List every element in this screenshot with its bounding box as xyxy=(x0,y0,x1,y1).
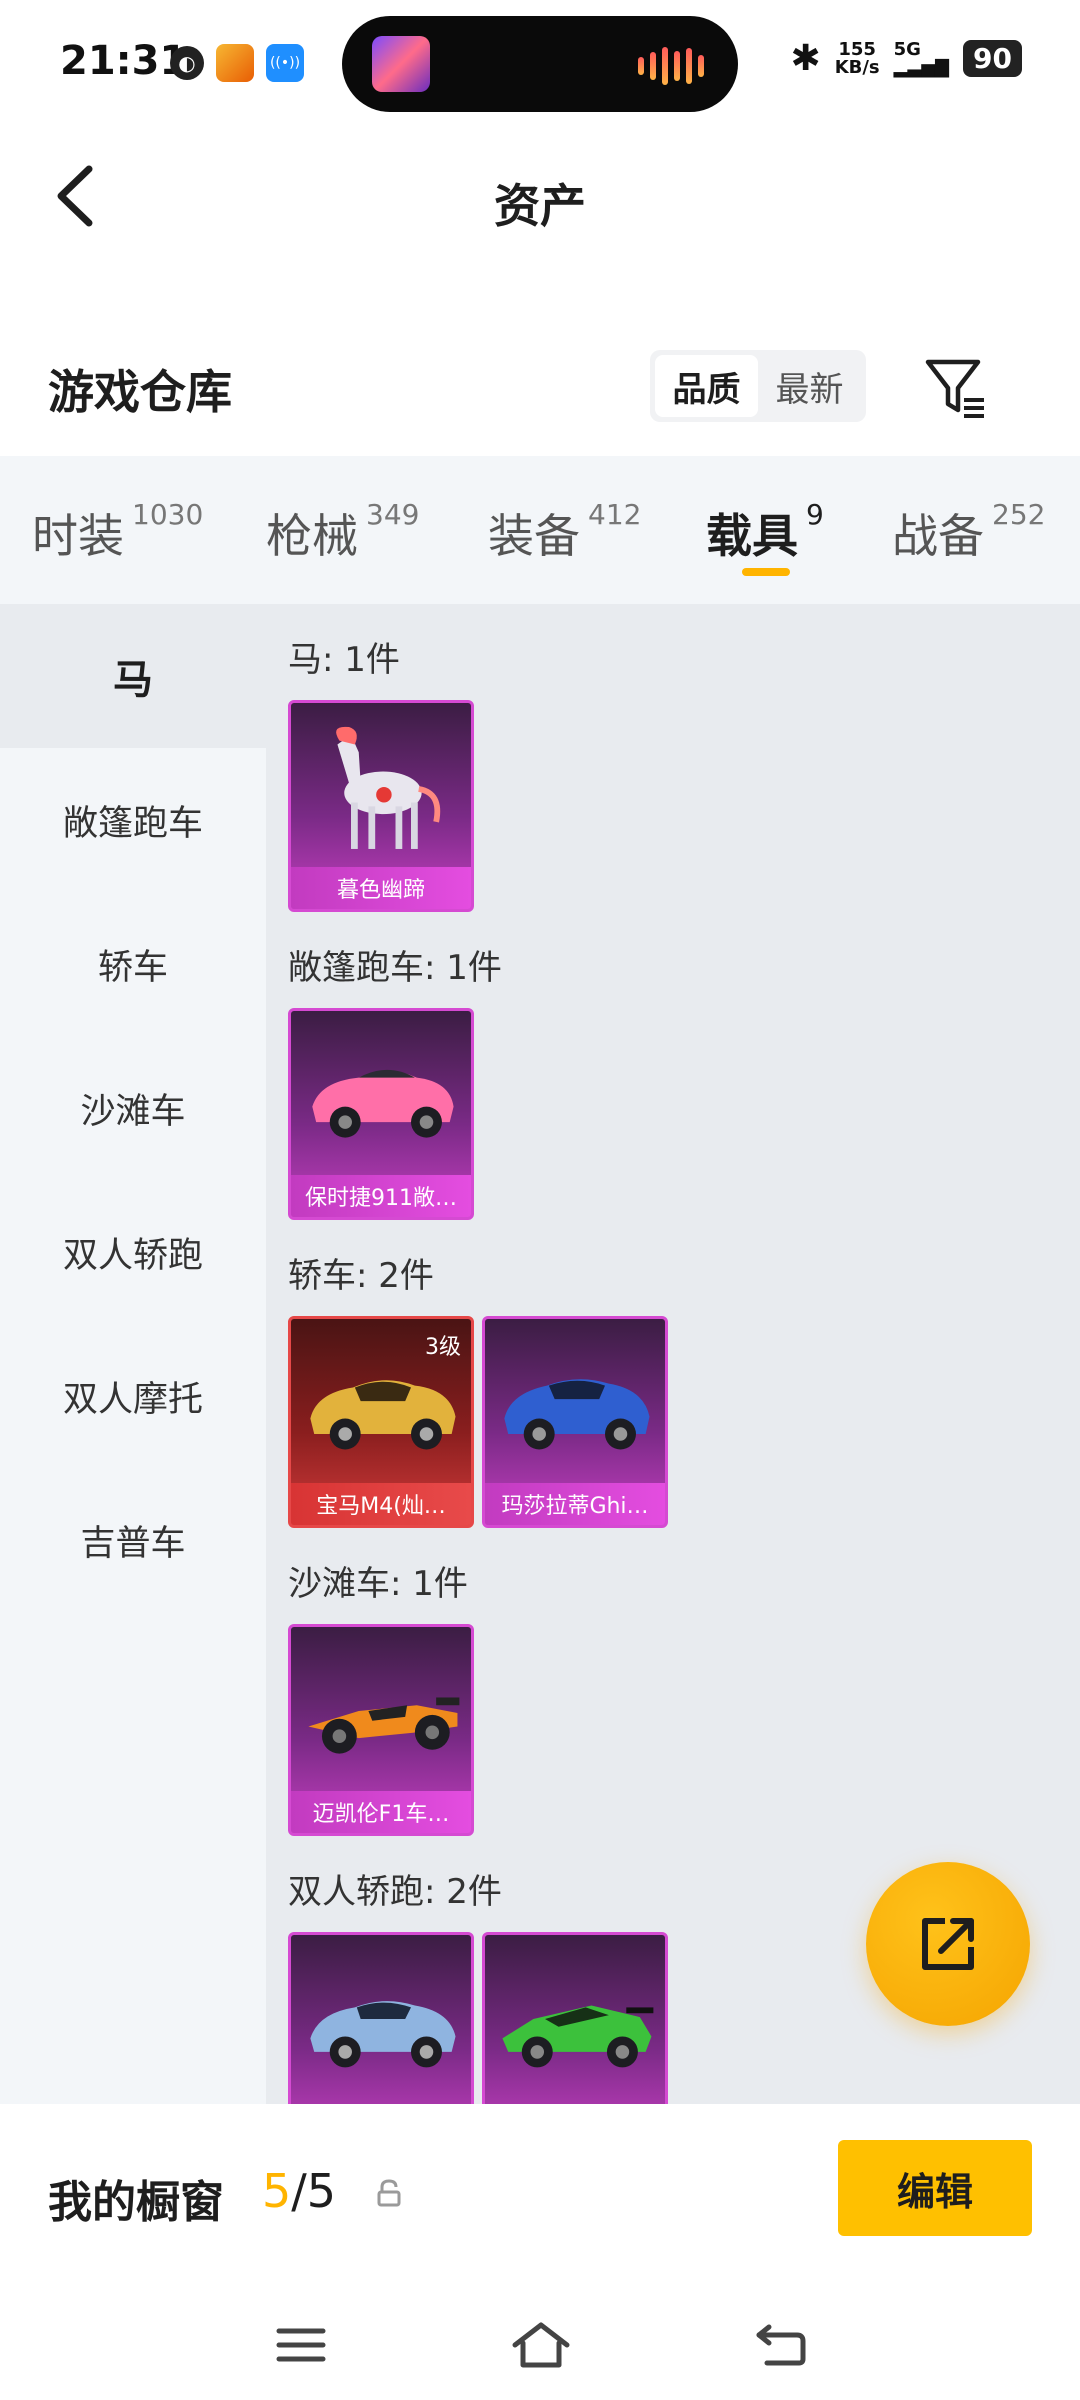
filter-button[interactable] xyxy=(920,352,990,422)
tab-count: 1030 xyxy=(132,498,204,531)
tab-label: 装备 xyxy=(488,509,580,563)
filter-icon xyxy=(925,359,984,418)
category-tabs: 时装 1030 枪械 349 装备 412 载具 9 战备 252 xyxy=(0,456,1080,604)
notification-icon: ◐ xyxy=(170,46,204,80)
item-card[interactable]: 迈凯伦F1车… xyxy=(288,1624,474,1836)
bluetooth-icon: ✱ xyxy=(790,38,821,79)
group-heading-sedan: 轿车: 2件 xyxy=(288,1256,434,1296)
tab-label: 载具 xyxy=(706,509,798,563)
active-tab-indicator xyxy=(742,568,790,576)
network-speed-unit: KB/s xyxy=(834,56,880,78)
home-icon xyxy=(512,2322,570,2368)
edit-button[interactable]: 编辑 xyxy=(838,2140,1032,2236)
horse-image xyxy=(336,726,441,849)
tab-vehicles[interactable]: 载具 9 xyxy=(706,498,824,566)
tab-count: 412 xyxy=(588,498,642,531)
sort-toggle: 品质 最新 xyxy=(650,350,866,422)
vehicle-type-sidebar: 马 敞篷跑车 轿车 沙滩车 双人轿跑 双人摩托 吉普车 xyxy=(0,604,266,2104)
sidebar-item-horse[interactable]: 马 xyxy=(0,604,266,748)
network-speed-value: 155 xyxy=(838,38,876,60)
sort-quality-option[interactable]: 品质 xyxy=(655,355,758,417)
item-card[interactable]: 保时捷911敞… xyxy=(288,1008,474,1220)
showcase-used-count: 5 xyxy=(262,2164,292,2218)
item-card[interactable]: 玛莎拉蒂Ghi… xyxy=(482,1316,668,1528)
sort-latest-option[interactable]: 最新 xyxy=(758,355,861,417)
dynamic-island[interactable] xyxy=(342,16,738,112)
mclaren-f1-image xyxy=(308,1697,460,1754)
item-card[interactable] xyxy=(482,1932,668,2104)
showcase-count: 5/5 xyxy=(262,2164,336,2218)
showcase-total-count: /5 xyxy=(291,2164,337,2218)
item-name: 玛莎拉蒂Ghi… xyxy=(485,1483,665,1525)
hotspot-icon: ((•)) xyxy=(266,44,304,82)
item-card[interactable]: 3级 宝马M4(灿… xyxy=(288,1316,474,1528)
status-system-icons: ✱ 155 KB/s 5G ▂▃▅▇ 90 xyxy=(791,38,1022,79)
media-artwork-icon xyxy=(372,36,430,92)
nav-back-button[interactable] xyxy=(746,2310,816,2380)
tab-count: 9 xyxy=(806,498,824,531)
tab-label: 时装 xyxy=(32,509,124,563)
tab-count: 349 xyxy=(366,498,420,531)
sidebar-item-jeep[interactable]: 吉普车 xyxy=(0,1468,266,1612)
tab-fashion[interactable]: 时装 1030 xyxy=(32,498,204,566)
group-heading-coupe: 双人轿跑: 2件 xyxy=(288,1872,502,1912)
battery-icon: 90 xyxy=(963,40,1022,77)
group-heading-convertible: 敞篷跑车: 1件 xyxy=(288,948,502,988)
nav-menu-button[interactable] xyxy=(266,2310,336,2380)
item-name: 迈凯伦F1车… xyxy=(291,1791,471,1833)
status-bar: 21:31 ◐ ((•)) ✱ 155 KB/s 5G ▂▃▅▇ 90 xyxy=(0,0,1080,130)
item-card[interactable] xyxy=(288,1932,474,2104)
sidebar-item-motorcycle[interactable]: 双人摩托 xyxy=(0,1324,266,1468)
green-lamborghini-image xyxy=(502,2005,654,2068)
showcase-title: 我的橱窗 xyxy=(48,2177,224,2228)
pink-convertible-image xyxy=(312,1069,454,1138)
blue-maserati-image xyxy=(504,1379,650,1450)
signal-icon: 5G ▂▃▅▇ xyxy=(893,38,950,78)
page-title: 资产 xyxy=(494,179,586,233)
sidebar-item-convertible[interactable]: 敞篷跑车 xyxy=(0,748,266,892)
sidebar-item-coupe[interactable]: 双人轿跑 xyxy=(0,1180,266,1324)
audio-wave-icon xyxy=(638,46,704,86)
group-heading-buggy: 沙滩车: 1件 xyxy=(288,1564,468,1604)
lock-icon xyxy=(377,2179,401,2207)
tab-equipment[interactable]: 装备 412 xyxy=(488,498,642,566)
app-notification-icon xyxy=(216,44,254,82)
share-button[interactable] xyxy=(866,1862,1030,2026)
sidebar-item-buggy[interactable]: 沙滩车 xyxy=(0,1036,266,1180)
tab-war-supplies[interactable]: 战备 252 xyxy=(892,498,1046,566)
status-notification-icons: ◐ ((•)) xyxy=(170,44,304,82)
system-nav-bar xyxy=(0,2290,1080,2400)
status-time: 21:31 xyxy=(60,38,188,84)
app-header: 资产 xyxy=(0,130,1080,260)
sidebar-item-sedan[interactable]: 轿车 xyxy=(0,892,266,1036)
group-heading-horse: 马: 1件 xyxy=(288,640,400,680)
warehouse-title: 游戏仓库 xyxy=(48,365,232,419)
blue-coupe-image xyxy=(310,2001,456,2068)
item-name: 宝马M4(灿… xyxy=(291,1483,471,1525)
item-level-badge: 3级 xyxy=(425,1335,461,1360)
tab-count: 252 xyxy=(992,498,1046,531)
tab-firearms[interactable]: 枪械 349 xyxy=(266,498,420,566)
share-external-icon xyxy=(922,1918,974,1970)
network-type: 5G xyxy=(893,38,921,60)
network-speed: 155 KB/s xyxy=(834,38,880,78)
nav-home-button[interactable] xyxy=(506,2310,576,2380)
back-icon xyxy=(756,2324,806,2366)
item-card[interactable]: 暮色幽蹄 xyxy=(288,700,474,912)
item-name: 保时捷911敞… xyxy=(291,1175,471,1217)
tab-label: 战备 xyxy=(892,509,984,563)
tab-label: 枪械 xyxy=(266,509,358,563)
menu-icon xyxy=(276,2328,326,2362)
item-name: 暮色幽蹄 xyxy=(291,867,471,909)
